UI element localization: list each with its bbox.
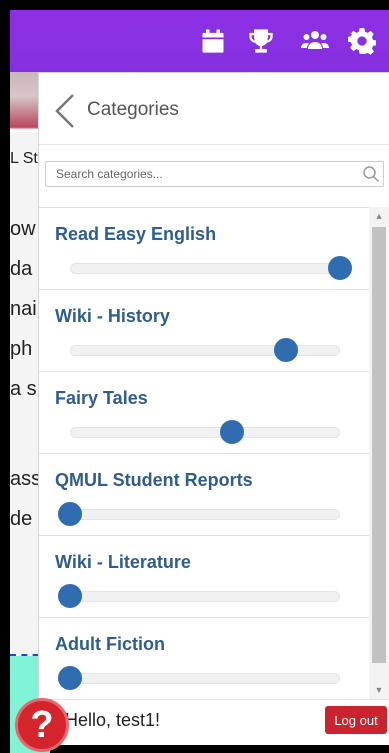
top-navigation-bar (10, 10, 389, 72)
slider-thumb[interactable] (58, 666, 82, 690)
app-frame: L St ow da nai ph a s ass de Categories (0, 0, 389, 753)
user-greeting: Hello, test1! (65, 710, 161, 730)
search-box (45, 161, 384, 187)
slider-thumb[interactable] (274, 338, 298, 362)
category-name: Fairy Tales (55, 388, 148, 408)
category-name: Wiki - History (55, 306, 170, 326)
slider-thumb[interactable] (58, 584, 82, 608)
slider-track[interactable] (70, 673, 340, 684)
slider-track[interactable] (70, 345, 340, 356)
category-item: Adult Fiction (39, 618, 369, 699)
category-name: Adult Fiction (55, 634, 165, 654)
slider-thumb[interactable] (220, 420, 244, 444)
category-item: Fairy Tales (39, 372, 369, 454)
chevron-left-icon[interactable] (51, 91, 81, 131)
category-name: Read Easy English (55, 224, 217, 244)
category-name: Wiki - Literature (55, 552, 191, 572)
slider-track[interactable] (70, 591, 340, 602)
slider-thumb[interactable] (328, 256, 352, 280)
users-icon[interactable] (300, 26, 330, 56)
slider-track[interactable] (70, 509, 340, 520)
scroll-up-arrow-icon[interactable]: ▲ (369, 207, 389, 225)
category-item: Read Easy English (39, 208, 369, 290)
slider-thumb[interactable] (58, 502, 82, 526)
scrollbar-thumb[interactable] (372, 227, 386, 663)
panel-header: Categories (39, 73, 389, 145)
logout-button[interactable]: Log out (325, 706, 387, 734)
scroll-down-arrow-icon[interactable]: ▼ (369, 681, 389, 699)
category-name: QMUL Student Reports (55, 470, 253, 490)
category-item: Wiki - History (39, 290, 369, 372)
categories-panel: Categories Read Easy English Wiki - Hist… (38, 72, 389, 745)
slider-track[interactable] (70, 427, 340, 438)
search-icon[interactable] (362, 165, 380, 183)
search-input[interactable] (46, 162, 356, 186)
gear-icon[interactable] (347, 26, 377, 56)
category-item: Wiki - Literature (39, 536, 369, 618)
help-button[interactable]: ? (15, 698, 69, 752)
panel-title: Categories (87, 99, 179, 120)
trophy-icon[interactable] (246, 26, 276, 56)
category-item: QMUL Student Reports (39, 454, 369, 536)
slider-track[interactable] (70, 263, 340, 274)
category-list: Read Easy English Wiki - History Fairy T… (39, 207, 369, 699)
panel-footer: Hello, test1! Log out (39, 699, 389, 745)
calendar-icon[interactable] (198, 26, 228, 56)
scrollbar[interactable]: ▲ ▼ (369, 207, 389, 699)
